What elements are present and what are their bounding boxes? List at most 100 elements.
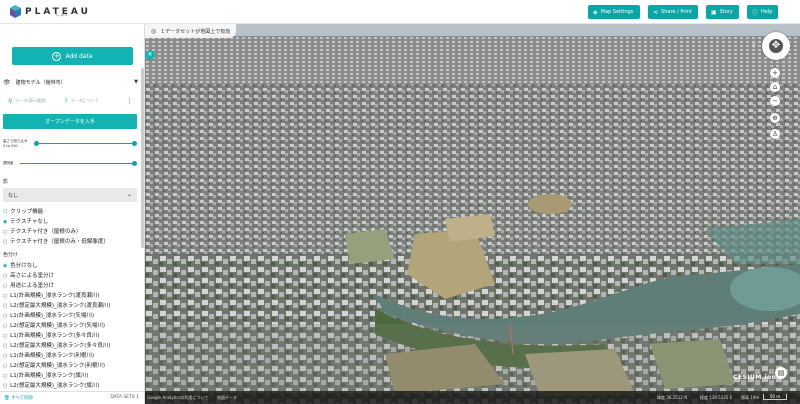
texture-option-label: テクスチャなし [10, 219, 49, 225]
color-option-9[interactable]: ○ L1(計画規模)_浸水ランク(利根川) [3, 351, 94, 359]
chevron-down-icon[interactable]: ▼ [134, 79, 138, 85]
my-location-button[interactable]: ⊕ [770, 113, 780, 123]
color-option-label: L2(想定最大規模)_浸水ランク(旗川) [10, 383, 100, 389]
compass-move-icon[interactable]: ✥ [769, 39, 783, 53]
color-option-label: L1(計画規模)_浸水ランク(矢場川) [10, 313, 95, 319]
zoom-in-button[interactable]: + [770, 68, 780, 78]
story-button[interactable]: ▣ Story [706, 5, 739, 19]
opacity-label: 透明度 [3, 161, 14, 165]
radio-icon: ○ [3, 293, 8, 299]
texture-option-1[interactable]: ○ テクスチャ付き（屋根のみ） [3, 227, 81, 235]
color-option-6[interactable]: ○ L2(想定最大規模)_浸水ランク(矢場川) [3, 321, 105, 329]
radio-icon: ○ [3, 333, 8, 339]
layers-icon: ◈ [593, 8, 598, 16]
map-statusbar: Google Analyticsの利用について 地図データ 緯度 36.2512… [145, 391, 800, 404]
panel-scrollbar[interactable] [141, 68, 144, 248]
shadow-select[interactable]: なし ⌄ [3, 188, 137, 202]
height-range-value: 0 to 200 [3, 144, 18, 148]
chevron-down-icon: ⌄ [126, 191, 132, 198]
logo-subtitle: by MLIT [56, 13, 68, 17]
height-min-handle[interactable] [34, 141, 39, 146]
share-print-button[interactable]: ⋖ Share / Print [648, 5, 698, 19]
latitude-readout: 緯度 36.2512 N [657, 395, 688, 400]
radio-icon: ○ [3, 303, 8, 309]
color-section-label: 色分け [3, 252, 19, 258]
zoom-to-data-link[interactable]: データ(表示範囲) [15, 98, 46, 104]
story-label: Story [719, 9, 733, 15]
remove-all-label: すべて削除 [11, 396, 34, 401]
color-option-11[interactable]: ○ L1(計画規模)_浸水ランク(旗川) [3, 371, 89, 379]
info-icon: ? [64, 97, 68, 105]
zoom-out-button[interactable]: − [770, 96, 780, 106]
opacity-handle[interactable] [132, 161, 137, 166]
remove-all-link[interactable]: 🗑 すべて削除 [4, 395, 33, 401]
color-option-2[interactable]: ○ 用途による塗分け [3, 281, 54, 289]
texture-option-2[interactable]: ○ テクスチャ付き（屋根のみ・低解像度） [3, 237, 109, 245]
elevation-readout: 標高 19m [741, 395, 760, 400]
add-data-button[interactable]: + Add data [12, 47, 133, 65]
open-data-button[interactable]: オープンデータを入手 [3, 114, 137, 129]
eye-icon[interactable]: 👁 [3, 79, 11, 86]
map-settings-button[interactable]: ◈ Map Settings [588, 5, 640, 19]
story-icon: ▣ [711, 8, 717, 16]
color-option-3[interactable]: ○ L1(計画規模)_浸水ランク(渡良瀬川) [3, 291, 100, 299]
pedestrian-mode-button[interactable]: ♙ [770, 129, 780, 139]
radio-icon: ○ [3, 363, 8, 369]
color-option-8[interactable]: ○ L2(想定最大規模)_浸水ランク(多々良川) [3, 341, 111, 349]
help-label: Help [761, 9, 773, 15]
about-data-link[interactable]: データについて [71, 98, 99, 104]
layer-name: 建物モデル（館林市） [15, 79, 66, 86]
scale-bar: 50 m [763, 394, 787, 400]
texture-option-0[interactable]: ◉ テクスチャなし [3, 217, 48, 225]
dataset-count: DATA SETS 1 [110, 395, 139, 400]
color-option-7[interactable]: ○ L1(計画規模)_浸水ランク(多々良川) [3, 331, 100, 339]
radio-icon: ○ [3, 353, 8, 359]
radio-icon: ○ [3, 373, 8, 379]
color-option-label: 用途による塗分け [10, 283, 54, 289]
question-icon[interactable]: ? [752, 43, 755, 50]
layer-header[interactable]: 👁 建物モデル（館林市） ▼ [3, 76, 140, 88]
height-max-handle[interactable] [132, 141, 137, 146]
color-option-label: L1(計画規模)_浸水ランク(多々良川) [10, 333, 100, 339]
color-option-label: L2(想定最大規模)_浸水ランク(多々良川) [10, 343, 111, 349]
map-settings-label: Map Settings [600, 9, 634, 15]
color-option-10[interactable]: ○ L2(想定最大規模)_浸水ランク(利根川) [3, 361, 105, 369]
home-button[interactable]: ⌂ [770, 82, 780, 92]
radio-icon: ○ [3, 323, 8, 329]
height-filter-slider[interactable] [36, 143, 136, 144]
dataset-notice-text: １データセットが地図上で有効 [160, 28, 231, 35]
map-data-link[interactable]: 地図データ [217, 395, 237, 401]
color-option-label: 高さによる塗分け [10, 273, 54, 279]
color-option-label: L1(計画規模)_浸水ランク(利根川) [10, 353, 95, 359]
shadow-select-value: なし [8, 193, 19, 199]
add-data-label: Add data [65, 52, 93, 60]
dataset-notice: ◎ １データセットが地図上で有効 [145, 24, 237, 38]
plateau-logo-icon [10, 5, 21, 18]
panel-footer: 🗑 すべて削除 DATA SETS 1 [0, 391, 144, 404]
more-vertical-icon[interactable]: ⋮ [126, 97, 133, 105]
map-scene[interactable] [145, 24, 800, 404]
color-option-label: L2(想定最大規模)_浸水ランク(利根川) [10, 363, 106, 369]
help-button[interactable]: ⓘ Help [747, 5, 778, 19]
plateau-logo[interactable]: PLATEAU [10, 5, 91, 18]
color-option-label: L1(計画規模)_浸水ランク(渡良瀬川) [10, 293, 100, 299]
cesium-ion-logo[interactable]: CESIUM ion [733, 374, 776, 381]
color-option-1[interactable]: ○ 高さによる塗分け [3, 271, 54, 279]
broadcast-icon: ◎ [151, 27, 157, 35]
color-option-4[interactable]: ○ L2(想定最大規模)_浸水ランク(渡良瀬川) [3, 301, 111, 309]
chat-icon[interactable]: ▤ [775, 367, 787, 379]
analytics-link[interactable]: Google Analyticsの利用について [147, 395, 208, 401]
radio-icon: ○ [3, 283, 8, 289]
compass-control[interactable]: ✥ [762, 32, 790, 60]
opacity-slider[interactable] [20, 163, 136, 164]
map-viewport[interactable]: ◎ １データセットが地図上で有効 ✕ ? ✥ + ⌂ − ⊕ ♙ CESIUM … [145, 24, 800, 404]
color-option-12[interactable]: ○ L2(想定最大規模)_浸水ランク(旗川) [3, 381, 100, 389]
color-option-0[interactable]: ◉ 色分けなし [3, 261, 38, 269]
collapse-panel-button[interactable]: ✕ [145, 50, 155, 60]
clip-label: クリップ機能 [10, 209, 44, 215]
color-option-5[interactable]: ○ L1(計画規模)_浸水ランク(矢場川) [3, 311, 94, 319]
help-icon: ⓘ [752, 9, 759, 17]
clip-checkbox[interactable]: ☐ クリップ機能 [3, 207, 43, 215]
shadow-label: 影 [3, 179, 9, 185]
checkbox-icon: ☐ [3, 209, 8, 215]
